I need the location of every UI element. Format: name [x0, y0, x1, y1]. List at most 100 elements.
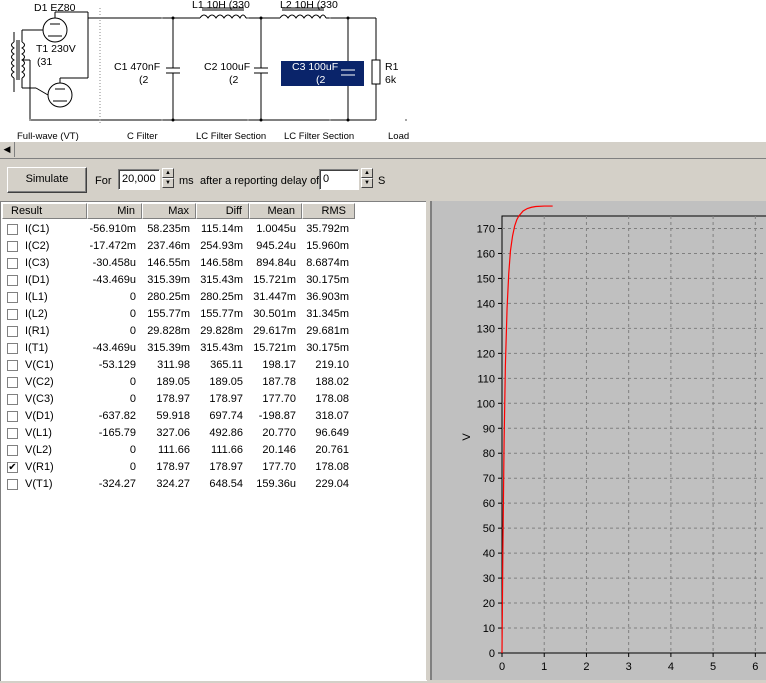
- row-checkbox[interactable]: ✔: [7, 462, 18, 473]
- chart-panel: 0 10 20 30 40 50 60 70 80 90 100 110 120 130 140 150 160…: [430, 201, 766, 680]
- y-tick-label: 150: [477, 273, 495, 285]
- row-mean-value: 894.84u: [256, 257, 296, 269]
- x-tick-label: 0: [499, 661, 505, 673]
- table-row[interactable]: I(L1) 0 280.25m 280.25m 31.447m 36.903m: [1, 289, 421, 306]
- row-mean-value: 1.0045u: [256, 223, 296, 235]
- row-min-value: -17.472m: [89, 240, 136, 252]
- column-header-rms[interactable]: RMS: [302, 203, 355, 219]
- duration-stepper[interactable]: ▲ ▼: [162, 168, 174, 190]
- row-checkbox[interactable]: [7, 394, 18, 405]
- label-c1-value: (2: [139, 74, 149, 86]
- row-max-value: 324.27: [156, 478, 190, 490]
- row-checkbox[interactable]: [7, 292, 18, 303]
- row-mean-value: 187.78: [262, 376, 296, 388]
- table-row[interactable]: V(C1) -53.129 311.98 365.11 198.17 219.10: [1, 357, 421, 374]
- row-checkbox[interactable]: [7, 258, 18, 269]
- row-result-name: V(T1): [25, 478, 53, 490]
- column-header-result[interactable]: Result: [2, 203, 87, 219]
- table-row[interactable]: I(C2) -17.472m 237.46m 254.93m 945.24u 15.960…: [1, 238, 421, 255]
- x-tick-label: 5: [710, 661, 716, 673]
- row-rms-value: 178.08: [315, 393, 349, 405]
- x-tick-label: 2: [583, 661, 589, 673]
- tube-d1-upper: [36, 11, 88, 43]
- row-diff-value: 178.97: [209, 461, 243, 473]
- row-checkbox[interactable]: [7, 343, 18, 354]
- table-row[interactable]: I(L2) 0 155.77m 155.77m 30.501m 31.345m: [1, 306, 421, 323]
- row-min-value: 0: [129, 393, 136, 405]
- row-mean-value: 15.721m: [253, 274, 296, 286]
- row-max-value: 111.66: [157, 444, 190, 456]
- row-mean-value: 198.17: [262, 359, 296, 371]
- column-header-max[interactable]: Max: [142, 203, 196, 219]
- row-checkbox[interactable]: [7, 360, 18, 371]
- label-c1: C1 470nF: [114, 61, 161, 73]
- table-row[interactable]: ✔ V(R1) 0 178.97 178.97 177.70 178.08: [1, 459, 421, 476]
- row-checkbox[interactable]: [7, 479, 18, 490]
- table-row[interactable]: V(D1) -637.82 59.918 697.74 -198.87 318.07: [1, 408, 421, 425]
- delay-input[interactable]: 0: [319, 169, 359, 190]
- table-row[interactable]: I(D1) -43.469u 315.39m 315.43m 15.721m 30.175…: [1, 272, 421, 289]
- row-min-value: -43.469u: [92, 274, 136, 286]
- row-max-value: 59.918: [156, 410, 190, 422]
- schematic-canvas[interactable]: D1 EZ80 T1 230V (31 L1 10H (330 L2 10H (…: [0, 0, 766, 142]
- row-checkbox[interactable]: [7, 428, 18, 439]
- row-checkbox[interactable]: [7, 275, 18, 286]
- row-diff-value: 492.86: [209, 427, 243, 439]
- results-table[interactable]: Result Min Max Diff Mean RMS I(C1) -56.91…: [0, 201, 427, 681]
- simulate-button[interactable]: Simulate: [7, 167, 87, 193]
- spin-down-icon[interactable]: ▼: [162, 178, 174, 188]
- table-row[interactable]: V(T1) -324.27 324.27 648.54 159.36u 229.04: [1, 476, 421, 493]
- row-rms-value: 229.04: [315, 478, 349, 490]
- row-min-value: 0: [129, 444, 136, 456]
- resistor-r1: [371, 18, 381, 120]
- table-row[interactable]: V(L1) -165.79 327.06 492.86 20.770 96.649: [1, 425, 421, 442]
- row-min-value: -56.910m: [89, 223, 136, 235]
- table-row[interactable]: V(C3) 0 178.97 178.97 177.70 178.08: [1, 391, 421, 408]
- scroll-left-icon[interactable]: ◀: [0, 142, 15, 157]
- spin-down-icon[interactable]: ▼: [361, 178, 373, 188]
- column-header-min[interactable]: Min: [87, 203, 142, 219]
- row-checkbox[interactable]: [7, 445, 18, 456]
- y-tick-label: 10: [483, 623, 495, 635]
- row-checkbox[interactable]: [7, 241, 18, 252]
- row-result-name: I(D1): [25, 274, 50, 286]
- table-row[interactable]: I(T1) -43.469u 315.39m 315.43m 15.721m 30.175…: [1, 340, 421, 357]
- x-tick-label: 3: [626, 661, 632, 673]
- row-min-value: -53.129: [98, 359, 136, 371]
- row-checkbox[interactable]: [7, 224, 18, 235]
- y-axis-label: V: [461, 433, 473, 441]
- y-tick-label: 80: [483, 448, 495, 460]
- table-row[interactable]: V(C2) 0 189.05 189.05 187.78 188.02: [1, 374, 421, 391]
- delay-label: after a reporting delay of: [200, 175, 320, 187]
- horizontal-scrollbar[interactable]: ◀: [0, 141, 766, 159]
- spin-up-icon[interactable]: ▲: [162, 168, 174, 178]
- y-tick-label: 50: [483, 523, 495, 535]
- y-tick-label: 90: [483, 423, 495, 435]
- duration-input[interactable]: 20,000: [118, 169, 160, 190]
- row-diff-value: 648.54: [209, 478, 243, 490]
- table-row[interactable]: V(L2) 0 111.66 111.66 20.146 20.761: [1, 442, 421, 459]
- row-min-value: -324.27: [98, 478, 136, 490]
- delay-stepper[interactable]: ▲ ▼: [361, 168, 373, 190]
- column-header-diff[interactable]: Diff: [196, 203, 249, 219]
- row-checkbox[interactable]: [7, 377, 18, 388]
- row-max-value: 311.98: [157, 359, 190, 371]
- y-tick-label: 60: [483, 498, 495, 510]
- table-row[interactable]: I(C3) -30.458u 146.55m 146.58m 894.84u 8.6874…: [1, 255, 421, 272]
- label-d1: D1 EZ80: [34, 2, 76, 14]
- row-checkbox[interactable]: [7, 326, 18, 337]
- row-checkbox[interactable]: [7, 309, 18, 320]
- spin-up-icon[interactable]: ▲: [361, 168, 373, 178]
- y-tick-label: 130: [477, 323, 495, 335]
- column-header-mean[interactable]: Mean: [249, 203, 302, 219]
- row-diff-value: 280.25m: [200, 291, 243, 303]
- row-checkbox[interactable]: [7, 411, 18, 422]
- label-c2-value: (2: [229, 74, 239, 86]
- plot-area: [501, 215, 766, 654]
- row-mean-value: 31.447m: [253, 291, 296, 303]
- row-diff-value: 115.14m: [201, 223, 243, 235]
- table-row[interactable]: I(C1) -56.910m 58.235m 115.14m 1.0045u 35.792…: [1, 221, 421, 238]
- row-diff-value: 697.74: [209, 410, 243, 422]
- label-l2: L2 10H (330: [280, 0, 338, 11]
- table-row[interactable]: I(R1) 0 29.828m 29.828m 29.617m 29.681m: [1, 323, 421, 340]
